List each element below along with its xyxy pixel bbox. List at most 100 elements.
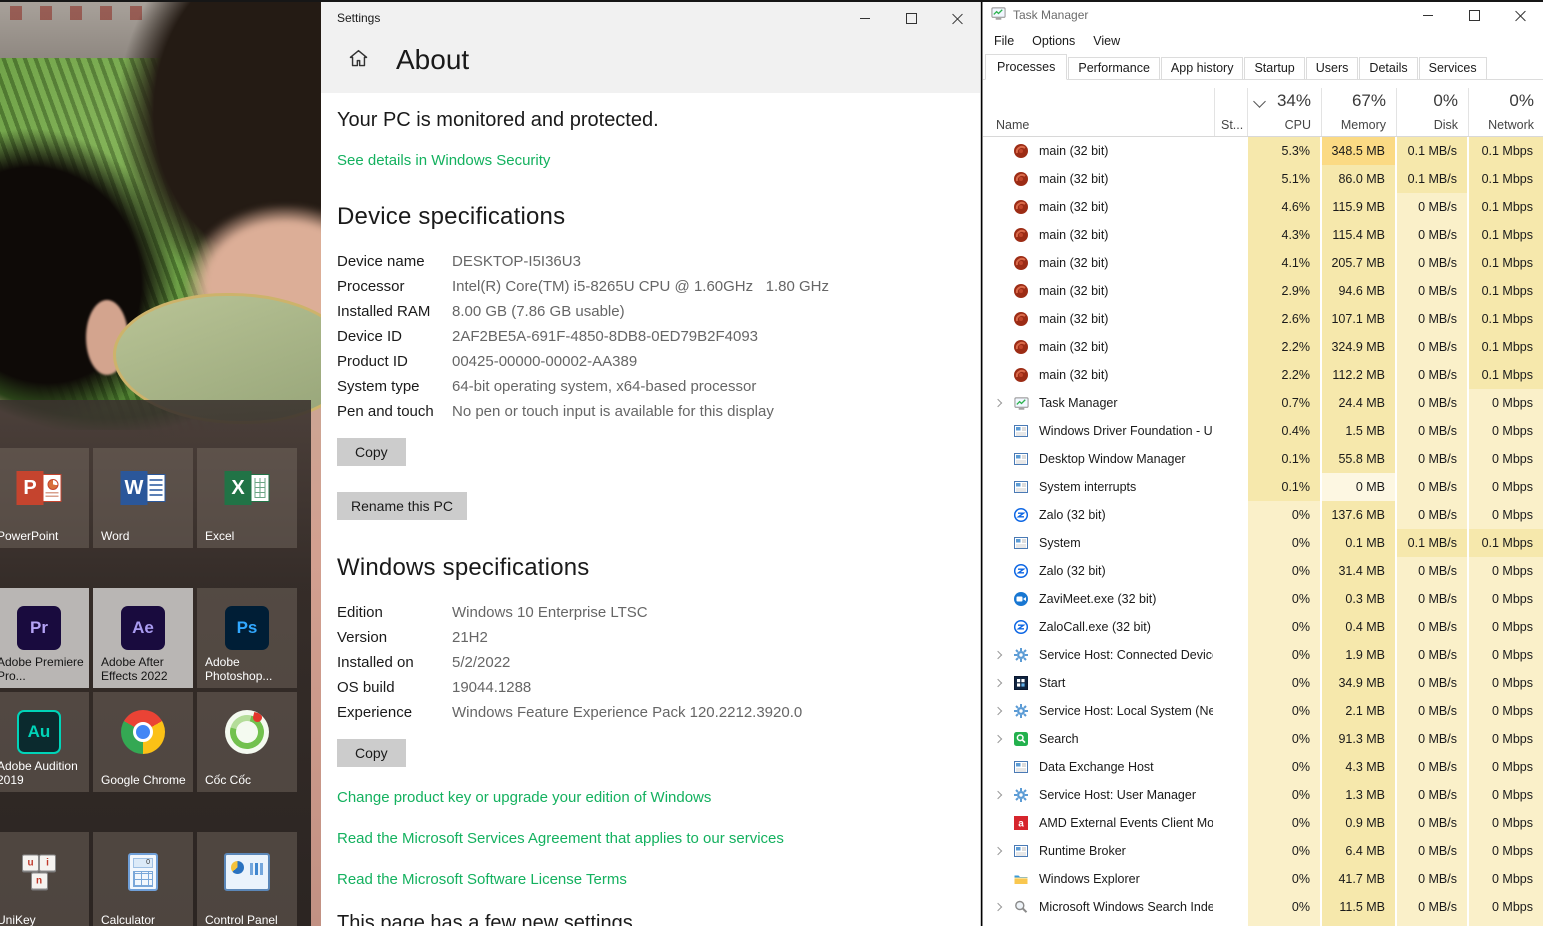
tab-details[interactable]: Details — [1359, 57, 1417, 79]
home-icon[interactable] — [347, 47, 370, 74]
tab-processes[interactable]: Processes — [985, 54, 1067, 80]
settings-minimize-button[interactable] — [842, 0, 888, 36]
menu-file[interactable]: File — [985, 34, 1023, 48]
tm-maximize-button[interactable] — [1451, 0, 1497, 30]
tile-label: Adobe Audition 2019 — [0, 759, 86, 787]
process-row[interactable]: Data Exchange Host0%4.3 MB0 MB/s0 Mbps — [983, 753, 1543, 781]
process-row[interactable]: main (32 bit)5.3%348.5 MB0.1 MB/s0.1 Mbp… — [983, 137, 1543, 165]
process-row[interactable]: Windows Explorer0%41.7 MB0 MB/s0 Mbps — [983, 865, 1543, 893]
tile-google-chrome[interactable]: Google Chrome — [93, 692, 193, 792]
process-row[interactable]: Zalo (32 bit)0%31.4 MB0 MB/s0 Mbps — [983, 557, 1543, 585]
rename-pc-button[interactable]: Rename this PC — [337, 492, 467, 520]
tile-adobe-photoshop[interactable]: PsAdobe Photoshop... — [197, 588, 297, 688]
tile-powerpoint[interactable]: PPowerPoint — [0, 448, 89, 548]
process-row[interactable]: main (32 bit)2.2%112.2 MB0 MB/s0.1 Mbps — [983, 361, 1543, 389]
process-row[interactable]: Zalo (32 bit)0%137.6 MB0 MB/s0 Mbps — [983, 501, 1543, 529]
process-row[interactable]: Search0%91.3 MB0 MB/s0 Mbps — [983, 725, 1543, 753]
process-cpu-value: 0% — [1246, 529, 1320, 557]
tm-minimize-button[interactable] — [1405, 0, 1451, 30]
tile-excel[interactable]: XExcel — [197, 448, 297, 548]
expand-chevron-icon[interactable] — [991, 708, 1005, 714]
process-row[interactable]: Desktop Window Manager0.1%55.8 MB0 MB/s0… — [983, 445, 1543, 473]
tile-unikey[interactable]: uinUniKey — [0, 832, 89, 926]
process-cpu-value: 0% — [1246, 837, 1320, 865]
column-header-status[interactable]: St... — [1221, 118, 1243, 132]
column-header-memory[interactable]: Memory — [1321, 118, 1396, 132]
settings-link-read-the-microsoft-software-license-term[interactable]: Read the Microsoft Software License Term… — [337, 871, 980, 888]
process-row[interactable]: Windows Driver Foundation - U...0.4%1.5 … — [983, 417, 1543, 445]
column-header-disk[interactable]: Disk — [1396, 118, 1468, 132]
process-row[interactable]: main (32 bit)5.1%86.0 MB0.1 MB/s0.1 Mbps — [983, 165, 1543, 193]
process-name: Zalo (32 bit) — [1039, 564, 1213, 578]
expand-chevron-icon[interactable] — [991, 652, 1005, 658]
process-row[interactable]: Service Host: User Manager0%1.3 MB0 MB/s… — [983, 781, 1543, 809]
process-disk-value: 0 MB/s — [1395, 557, 1467, 585]
process-row[interactable]: main (32 bit)4.1%205.7 MB0 MB/s0.1 Mbps — [983, 249, 1543, 277]
process-name: main (32 bit) — [1039, 256, 1213, 270]
windows-security-link[interactable]: See details in Windows Security — [337, 152, 550, 169]
settings-maximize-button[interactable] — [888, 0, 934, 36]
column-header-cpu[interactable]: CPU — [1247, 118, 1321, 132]
process-row[interactable]: main (32 bit)2.9%94.6 MB0 MB/s0.1 Mbps — [983, 277, 1543, 305]
process-row[interactable]: Runtime Broker0%6.4 MB0 MB/s0 Mbps — [983, 837, 1543, 865]
process-row[interactable] — [983, 921, 1543, 926]
process-cpu-value: 0% — [1246, 613, 1320, 641]
menu-view[interactable]: View — [1084, 34, 1129, 48]
process-row[interactable]: Start0%34.9 MB0 MB/s0 Mbps — [983, 669, 1543, 697]
settings-link-change-product-key-or-upgrade-your-editi[interactable]: Change product key or upgrade your editi… — [337, 789, 980, 806]
process-row[interactable]: Service Host: Connected Device...0%1.9 M… — [983, 641, 1543, 669]
process-row[interactable]: Microsoft Windows Search Inde...0%11.5 M… — [983, 893, 1543, 921]
copy-windows-specs-button[interactable]: Copy — [337, 739, 406, 767]
device-spec-row: Product ID00425-00000-00002-AA389 — [337, 349, 980, 374]
task-manager-window: Task Manager FileOptionsView ProcessesPe… — [982, 0, 1543, 926]
expand-chevron-icon[interactable] — [991, 400, 1005, 406]
process-name: Desktop Window Manager — [1039, 452, 1213, 466]
expand-chevron-icon[interactable] — [991, 904, 1005, 910]
copy-device-specs-button[interactable]: Copy — [337, 438, 406, 466]
column-header-name[interactable]: Name — [996, 118, 1029, 132]
settings-link-read-the-microsoft-services-agreement-th[interactable]: Read the Microsoft Services Agreement th… — [337, 830, 980, 847]
process-row[interactable]: System interrupts0.1%0 MB0 MB/s0 Mbps — [983, 473, 1543, 501]
process-network-value: 0 Mbps — [1467, 725, 1543, 753]
tile-adobe-after-effects-2022[interactable]: AeAdobe After Effects 2022 — [93, 588, 193, 688]
tab-users[interactable]: Users — [1306, 57, 1359, 79]
process-row[interactable]: System0%0.1 MB0.1 MB/s0.1 Mbps — [983, 529, 1543, 557]
expand-chevron-icon[interactable] — [991, 736, 1005, 742]
tile-calculator[interactable]: 0Calculator — [93, 832, 193, 926]
tile-c-c-c-c[interactable]: Cốc Cốc — [197, 692, 297, 792]
task-manager-titlebar[interactable]: Task Manager — [983, 0, 1543, 30]
menu-options[interactable]: Options — [1023, 34, 1084, 48]
process-cpu-value: 2.2% — [1246, 361, 1320, 389]
settings-close-button[interactable] — [934, 0, 980, 36]
process-row[interactable]: main (32 bit)4.3%115.4 MB0 MB/s0.1 Mbps — [983, 221, 1543, 249]
process-network-value: 0 Mbps — [1467, 613, 1543, 641]
unikey-icon: uin — [22, 855, 56, 890]
close-icon — [952, 13, 963, 24]
process-row[interactable]: main (32 bit)2.2%324.9 MB0 MB/s0.1 Mbps — [983, 333, 1543, 361]
minimize-icon — [1423, 15, 1433, 16]
expand-chevron-icon[interactable] — [991, 848, 1005, 854]
tile-word[interactable]: WWord — [93, 448, 193, 548]
tile-adobe-audition-2019[interactable]: AuAdobe Audition 2019 — [0, 692, 89, 792]
tile-control-panel[interactable]: Control Panel — [197, 832, 297, 926]
tab-performance[interactable]: Performance — [1068, 57, 1160, 79]
column-header-network[interactable]: Network — [1468, 118, 1543, 132]
tm-close-button[interactable] — [1497, 0, 1543, 30]
settings-titlebar[interactable]: Settings — [321, 0, 980, 36]
process-row[interactable]: ZaviMeet.exe (32 bit)0%0.3 MB0 MB/s0 Mbp… — [983, 585, 1543, 613]
tile-adobe-premiere-pro[interactable]: PrAdobe Premiere Pro... — [0, 588, 89, 688]
task-manager-menubar: FileOptionsView — [983, 30, 1543, 52]
process-row[interactable]: aAMD External Events Client Mo...0%0.9 M… — [983, 809, 1543, 837]
tab-app-history[interactable]: App history — [1161, 57, 1244, 79]
process-row[interactable]: Service Host: Local System (Net...0%2.1 … — [983, 697, 1543, 725]
disk-total-percent: 0% — [1396, 91, 1468, 111]
tab-services[interactable]: Services — [1419, 57, 1487, 79]
process-row[interactable]: main (32 bit)2.6%107.1 MB0 MB/s0.1 Mbps — [983, 305, 1543, 333]
tab-startup[interactable]: Startup — [1244, 57, 1304, 79]
expand-chevron-icon[interactable] — [991, 680, 1005, 686]
expand-chevron-icon[interactable] — [991, 792, 1005, 798]
process-row[interactable]: ZaloCall.exe (32 bit)0%0.4 MB0 MB/s0 Mbp… — [983, 613, 1543, 641]
window-icon — [1013, 535, 1029, 551]
process-row[interactable]: main (32 bit)4.6%115.9 MB0 MB/s0.1 Mbps — [983, 193, 1543, 221]
process-row[interactable]: Task Manager0.7%24.4 MB0 MB/s0 Mbps — [983, 389, 1543, 417]
